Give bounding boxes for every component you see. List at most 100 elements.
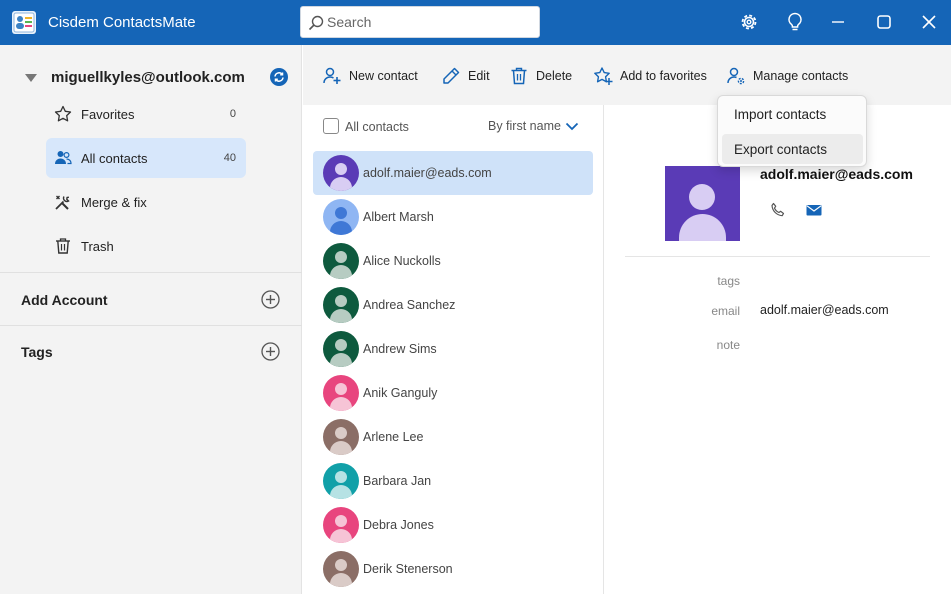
contact-name: Derik Stenerson bbox=[363, 562, 453, 576]
menu-item-export-contacts[interactable]: Export contacts bbox=[722, 134, 863, 164]
sidebar-item-label: Favorites bbox=[81, 107, 135, 122]
contact-name: adolf.maier@eads.com bbox=[363, 166, 492, 180]
email-value[interactable]: adolf.maier@eads.com bbox=[760, 303, 889, 317]
add-account-plus-icon[interactable] bbox=[261, 290, 280, 309]
contact-name: Barbara Jan bbox=[363, 474, 432, 488]
contact-name: Alice Nuckolls bbox=[363, 254, 441, 268]
avatar bbox=[323, 331, 359, 367]
tools-icon bbox=[55, 195, 70, 210]
list-header: All contacts By first name bbox=[303, 105, 604, 149]
contact-list-panel: All contacts By first name adolf.maier@e… bbox=[303, 105, 604, 594]
contact-name-heading: adolf.maier@eads.com bbox=[760, 166, 913, 182]
add-to-favorites-label: Add to favorites bbox=[620, 69, 707, 83]
list-item[interactable]: Derik Stenerson bbox=[313, 547, 593, 591]
mail-icon[interactable] bbox=[805, 202, 823, 218]
search-input[interactable] bbox=[327, 8, 532, 36]
avatar bbox=[323, 419, 359, 455]
select-all-label: All contacts bbox=[345, 120, 409, 134]
edit-button[interactable]: Edit bbox=[441, 65, 490, 87]
email-label: email bbox=[711, 304, 740, 318]
app-logo-icon bbox=[12, 11, 36, 34]
sidebar-item-all-contacts[interactable]: All contacts 40 bbox=[46, 138, 246, 178]
avatar bbox=[323, 199, 359, 235]
detail-divider bbox=[625, 256, 930, 257]
search-box[interactable] bbox=[300, 6, 540, 38]
menu-item-label: Export contacts bbox=[734, 142, 828, 157]
list-item[interactable]: Barbara Jan bbox=[313, 459, 593, 503]
contact-detail: adolf.maier@eads.com tags email adolf.ma… bbox=[605, 105, 951, 594]
list-item[interactable]: Anik Ganguly bbox=[313, 371, 593, 415]
lightbulb-icon bbox=[788, 12, 802, 31]
list-item[interactable]: Andrea Sanchez bbox=[313, 283, 593, 327]
sidebar: miguellkyles@outlook.com Favorites 0 All… bbox=[0, 45, 302, 594]
avatar bbox=[323, 551, 359, 587]
menu-item-label: Import contacts bbox=[734, 107, 827, 122]
sidebar-divider bbox=[0, 325, 302, 326]
avatar bbox=[323, 155, 359, 191]
add-account-section: Add Account bbox=[0, 280, 302, 320]
sync-icon[interactable] bbox=[270, 68, 288, 86]
gear-icon bbox=[741, 14, 757, 30]
list-item[interactable]: adolf.maier@eads.com bbox=[313, 151, 593, 195]
contact-name: Arlene Lee bbox=[363, 430, 424, 444]
avatar bbox=[323, 243, 359, 279]
settings-button[interactable] bbox=[737, 10, 761, 34]
sidebar-divider bbox=[0, 272, 302, 273]
delete-button[interactable]: Delete bbox=[509, 65, 572, 87]
add-person-icon bbox=[323, 67, 341, 84]
tags-label: tags bbox=[717, 274, 740, 288]
new-contact-button[interactable]: New contact bbox=[322, 65, 418, 87]
star-plus-icon bbox=[594, 67, 613, 85]
list-item[interactable]: Albert Marsh bbox=[313, 195, 593, 239]
search-icon bbox=[308, 15, 324, 31]
manage-contacts-button[interactable]: Manage contacts bbox=[726, 65, 848, 87]
avatar bbox=[323, 463, 359, 499]
list-item[interactable]: Arlene Lee bbox=[313, 415, 593, 459]
add-to-favorites-button[interactable]: Add to favorites bbox=[593, 65, 707, 87]
star-icon bbox=[54, 105, 72, 122]
avatar bbox=[665, 166, 740, 241]
note-label: note bbox=[716, 338, 740, 352]
maximize-button[interactable] bbox=[872, 10, 896, 34]
contact-name: Albert Marsh bbox=[363, 210, 434, 224]
person-gear-icon bbox=[727, 67, 745, 85]
avatar bbox=[323, 287, 359, 323]
menu-item-import-contacts[interactable]: Import contacts bbox=[722, 99, 863, 129]
manage-contacts-label: Manage contacts bbox=[753, 69, 849, 83]
sort-dropdown[interactable]: By first name bbox=[488, 119, 561, 133]
phone-icon[interactable] bbox=[770, 202, 786, 218]
manage-contacts-menu: Import contacts Export contacts bbox=[717, 95, 867, 167]
sidebar-item-label: Merge & fix bbox=[81, 195, 147, 210]
trash-icon bbox=[56, 238, 70, 254]
list-item[interactable]: Debra Jones bbox=[313, 503, 593, 547]
contact-name: Andrea Sanchez bbox=[363, 298, 456, 312]
sidebar-item-count: 40 bbox=[223, 152, 236, 164]
minimize-icon bbox=[832, 21, 844, 23]
sidebar-item-trash[interactable]: Trash bbox=[46, 226, 246, 266]
sidebar-item-favorites[interactable]: Favorites 0 bbox=[46, 94, 246, 134]
app-title: Cisdem ContactsMate bbox=[48, 14, 196, 31]
tips-button[interactable] bbox=[783, 10, 807, 34]
close-button[interactable] bbox=[917, 10, 941, 34]
sidebar-item-label: Trash bbox=[81, 239, 114, 254]
select-all-checkbox[interactable] bbox=[323, 118, 339, 134]
edit-label: Edit bbox=[468, 69, 490, 83]
pencil-icon bbox=[443, 67, 460, 84]
avatar bbox=[323, 507, 359, 543]
new-contact-label: New contact bbox=[349, 69, 418, 83]
title-bar: Cisdem ContactsMate bbox=[0, 0, 951, 45]
list-item[interactable]: Alice Nuckolls bbox=[313, 239, 593, 283]
account-row[interactable]: miguellkyles@outlook.com bbox=[0, 65, 302, 91]
chevron-down-icon[interactable] bbox=[25, 74, 37, 82]
sidebar-item-merge-fix[interactable]: Merge & fix bbox=[46, 182, 246, 222]
add-tag-plus-icon[interactable] bbox=[261, 342, 280, 361]
chevron-down-icon[interactable] bbox=[565, 120, 579, 132]
minimize-button[interactable] bbox=[826, 10, 850, 34]
close-icon bbox=[922, 15, 936, 29]
avatar bbox=[323, 375, 359, 411]
contact-name: Debra Jones bbox=[363, 518, 434, 532]
tags-section: Tags bbox=[0, 332, 302, 372]
list-item[interactable]: Andrew Sims bbox=[313, 327, 593, 371]
delete-label: Delete bbox=[536, 69, 573, 83]
contact-name: Anik Ganguly bbox=[363, 386, 438, 400]
